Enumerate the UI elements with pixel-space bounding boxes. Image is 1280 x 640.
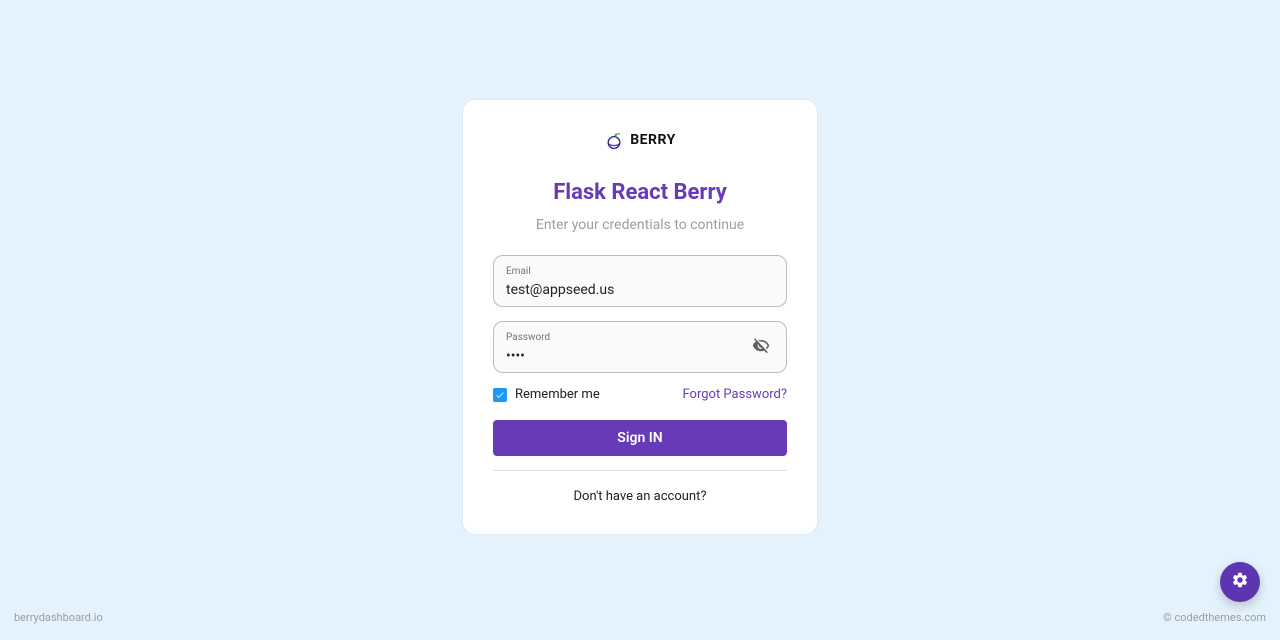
page-subtitle: Enter your credentials to continue bbox=[493, 217, 787, 233]
signup-link[interactable]: Don't have an account? bbox=[493, 489, 787, 504]
remember-me-wrapper: Remember me bbox=[493, 387, 600, 402]
toggle-password-visibility-button[interactable] bbox=[748, 333, 774, 363]
password-field[interactable] bbox=[506, 348, 748, 364]
email-input-wrapper[interactable]: Email bbox=[493, 255, 787, 307]
email-label: Email bbox=[506, 266, 774, 277]
eye-off-icon bbox=[752, 344, 770, 359]
footer-left-link[interactable]: berrydashboard.io bbox=[14, 611, 103, 624]
check-icon bbox=[495, 390, 505, 400]
page-title: Flask React Berry bbox=[493, 180, 787, 205]
brand-logo: BERRY bbox=[493, 130, 787, 150]
berry-logo-icon bbox=[604, 130, 624, 150]
gear-icon bbox=[1231, 571, 1249, 593]
footer-right-link[interactable]: © codedthemes.com bbox=[1163, 611, 1266, 624]
divider bbox=[493, 470, 787, 471]
remember-me-label: Remember me bbox=[515, 387, 600, 402]
options-row: Remember me Forgot Password? bbox=[493, 387, 787, 402]
password-input-wrapper[interactable]: Password bbox=[493, 321, 787, 373]
settings-fab[interactable] bbox=[1220, 562, 1260, 602]
sign-in-button[interactable]: Sign IN bbox=[493, 420, 787, 456]
password-label: Password bbox=[506, 332, 748, 343]
forgot-password-link[interactable]: Forgot Password? bbox=[682, 387, 787, 402]
brand-name: BERRY bbox=[630, 132, 676, 148]
remember-me-checkbox[interactable] bbox=[493, 388, 507, 402]
login-card: BERRY Flask React Berry Enter your crede… bbox=[463, 100, 817, 534]
email-field[interactable] bbox=[506, 282, 774, 298]
